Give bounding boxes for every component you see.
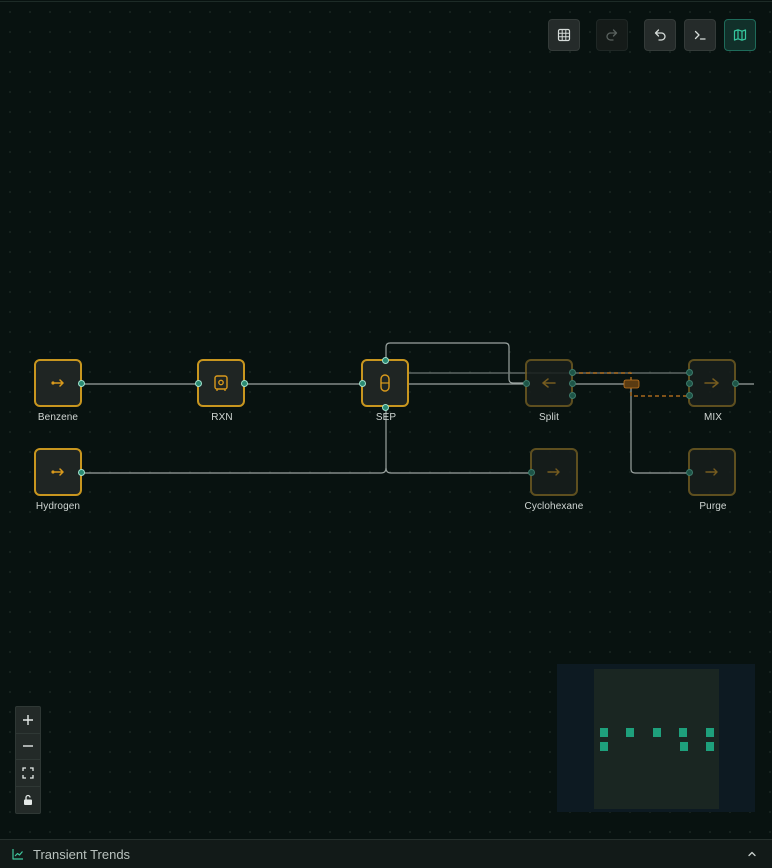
undo-button[interactable]: [644, 19, 676, 51]
feed-arrow-icon: [51, 468, 64, 476]
minimap-node: [626, 728, 634, 737]
splitter-icon: [542, 378, 556, 388]
transient-trends-panel[interactable]: Transient Trends: [0, 839, 772, 868]
minimap-node: [600, 742, 608, 751]
minimap-viewport[interactable]: [594, 669, 719, 809]
node-label-sep: SEP: [375, 412, 397, 423]
minimap-node: [706, 742, 714, 751]
node-benzene[interactable]: [34, 359, 82, 407]
map-icon: [733, 29, 747, 41]
reactor-icon: [214, 375, 228, 391]
node-hydrogen[interactable]: [34, 448, 82, 496]
node-cyclohexane[interactable]: [530, 448, 578, 496]
outlet-handle-2[interactable]: [569, 380, 576, 387]
zoom-controls: [15, 706, 41, 814]
feed-arrow-icon: [51, 379, 64, 387]
minimap-node: [680, 742, 688, 751]
minimap-node: [600, 728, 608, 737]
terminal-icon: [694, 30, 706, 40]
undo-icon: [654, 29, 666, 41]
product-arrow-icon: [705, 468, 718, 476]
fit-view-button[interactable]: [16, 760, 40, 787]
node-sep[interactable]: [361, 359, 409, 407]
node-rxn[interactable]: [197, 359, 245, 407]
outlet-handle-3[interactable]: [569, 392, 576, 399]
chevron-up-icon[interactable]: [746, 848, 758, 860]
node-mix[interactable]: [688, 359, 736, 407]
stream-recycle-top: [572, 372, 632, 385]
stream-split-purge: [572, 383, 690, 474]
redo-icon: [606, 29, 618, 41]
map-button[interactable]: [724, 19, 756, 51]
node-label-purge: Purge: [699, 501, 727, 512]
mixer-icon: [704, 378, 719, 388]
minimap-node: [706, 728, 714, 737]
inlet-handle[interactable]: [523, 380, 530, 387]
node-label-split: Split: [539, 412, 559, 423]
lock-button[interactable]: [16, 787, 40, 813]
inlet-handle-1[interactable]: [686, 369, 693, 376]
separator-icon: [380, 374, 390, 392]
fit-view-icon: [22, 767, 34, 779]
node-label-benzene: Benzene: [37, 412, 79, 423]
top-outlet-handle[interactable]: [382, 357, 389, 364]
outlet-handle[interactable]: [732, 380, 739, 387]
inlet-handle-2[interactable]: [686, 380, 693, 387]
zoom-out-button[interactable]: [16, 734, 40, 760]
outlet-handle[interactable]: [78, 469, 85, 476]
flowsheet-canvas[interactable]: Benzene RXN SEP Split MIX Hydrogen Cyclo…: [0, 1, 772, 839]
node-label-mix: MIX: [703, 412, 723, 423]
panel-title: Transient Trends: [33, 846, 131, 862]
zoom-in-icon: [23, 714, 33, 725]
node-label-hydrogen: Hydrogen: [35, 501, 81, 512]
grid-icon: [557, 28, 571, 42]
node-label-cyclohexane: Cyclohexane: [524, 501, 584, 512]
inlet-handle[interactable]: [528, 469, 535, 476]
bottom-outlet-handle[interactable]: [382, 404, 389, 411]
outlet-handle-1[interactable]: [569, 369, 576, 376]
node-purge[interactable]: [688, 448, 736, 496]
product-arrow-icon: [547, 468, 560, 476]
node-label-rxn: RXN: [211, 412, 233, 423]
minimap-node: [679, 728, 687, 737]
outlet-handle[interactable]: [78, 380, 85, 387]
inlet-handle[interactable]: [195, 380, 202, 387]
grid-button[interactable]: [548, 19, 580, 51]
stream-recycle-bottom: [630, 385, 690, 397]
stream-sep-cyclohexane: [385, 467, 532, 474]
zoom-out-icon: [23, 745, 33, 747]
zoom-in-button[interactable]: [16, 707, 40, 734]
inlet-handle[interactable]: [359, 380, 366, 387]
minimap[interactable]: [557, 664, 755, 812]
node-split[interactable]: [525, 359, 573, 407]
redo-button[interactable]: [596, 19, 628, 51]
line-chart-icon: [12, 849, 23, 860]
lock-icon: [24, 794, 32, 805]
console-button[interactable]: [684, 19, 716, 51]
recycle-marker: [623, 379, 640, 389]
inlet-handle[interactable]: [686, 469, 693, 476]
minimap-node: [653, 728, 661, 737]
inlet-handle-3[interactable]: [686, 392, 693, 399]
outlet-handle[interactable]: [241, 380, 248, 387]
